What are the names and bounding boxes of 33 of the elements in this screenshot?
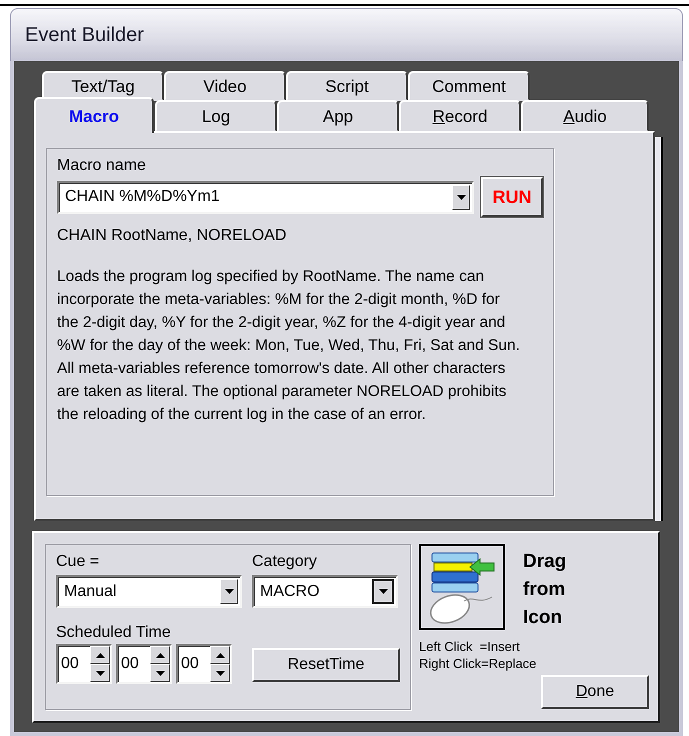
spin-down-icon[interactable]: [90, 664, 110, 682]
done-button[interactable]: Done: [541, 675, 649, 709]
tab[interactable]: Record: [399, 100, 521, 132]
category-combo[interactable]: MACRO: [252, 575, 398, 608]
field-label: Cue =: [56, 553, 100, 571]
spin-up-icon[interactable]: [90, 646, 110, 664]
tab[interactable]: Log: [155, 100, 277, 132]
drag-source-button[interactable]: [419, 544, 505, 630]
spin-up-icon[interactable]: [210, 646, 230, 664]
tab[interactable]: Comment: [408, 71, 530, 101]
macro-name-combo[interactable]: CHAIN %M%D%Ym1: [57, 180, 474, 214]
field-label: Macro name: [57, 157, 147, 175]
tab[interactable]: Script: [286, 71, 408, 101]
time-spin-field[interactable]: 00: [176, 644, 232, 684]
window-title: Event Builder: [25, 24, 144, 46]
time-spin-field[interactable]: 00: [116, 644, 172, 684]
tab[interactable]: Macro: [34, 97, 154, 133]
reset-time-button[interactable]: ResetTime: [252, 648, 400, 682]
time-spin-field[interactable]: 00: [56, 644, 112, 684]
tab[interactable]: Video: [164, 71, 286, 101]
field-label: Category: [252, 553, 318, 571]
spin-down-icon[interactable]: [150, 664, 170, 682]
tab[interactable]: Audio: [521, 100, 649, 132]
tab[interactable]: App: [277, 100, 399, 132]
spin-down-icon[interactable]: [210, 664, 230, 682]
syntax-text: CHAIN RootName, NORELOAD: [57, 227, 288, 245]
description-text: Loads the program log specified by RootName. The name can incorporate the meta-variables: %M for the 2-digit month, %D for the 2-digit day, %Y for the 2-digit year, %Z for the 4-digit year and %W for the day of the week: Mon, Tue, Wed, Thu, Fri, Sat and Sun. All meta-variables reference tomorrow's date. All other characters are taken as literal. The optional parameter NORELOAD prohibits the reloading of the current log in the case of an error.: [57, 267, 521, 425]
spin-up-icon[interactable]: [150, 646, 170, 664]
hint-text: Left Click =Insert: [419, 638, 521, 655]
hint-text: Right Click=Replace: [419, 655, 538, 672]
field-label: Scheduled Time: [56, 624, 172, 642]
drag-instruction-text: Drag from Icon: [523, 550, 568, 630]
cue-combo[interactable]: Manual: [56, 575, 242, 608]
